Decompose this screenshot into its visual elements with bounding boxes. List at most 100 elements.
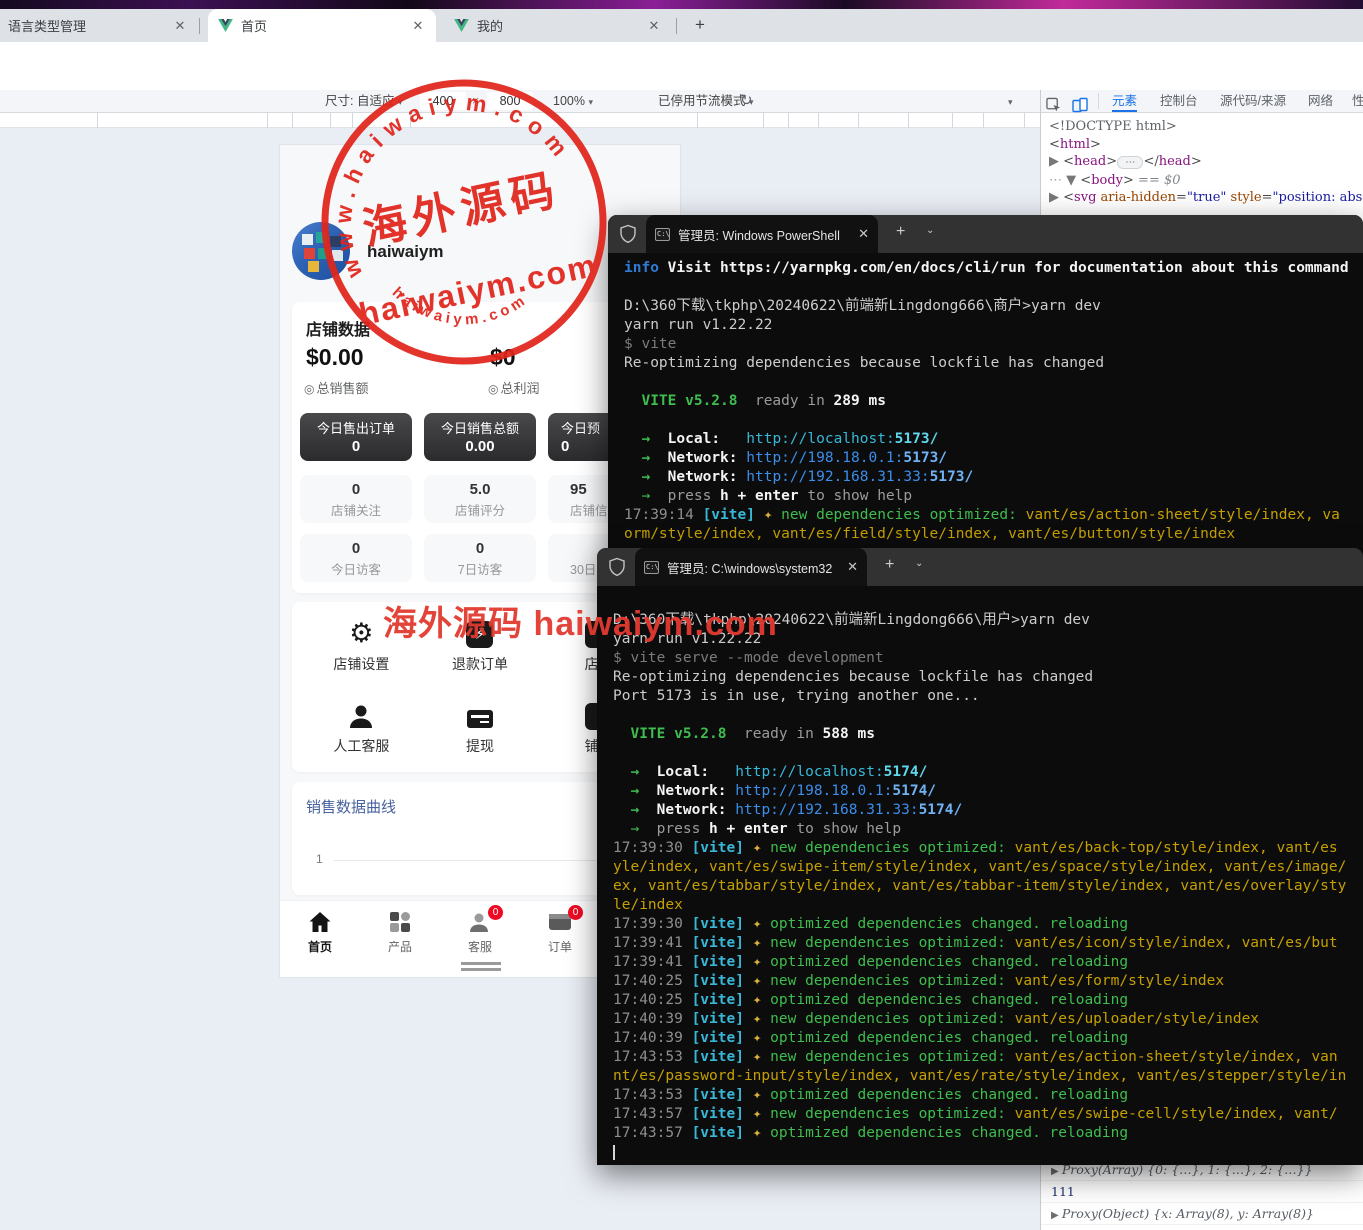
elements-tree-line[interactable]: ⋯ ▼ <body> == $0 (1049, 172, 1363, 190)
stat-value: 0 (300, 481, 412, 498)
tabbar-item-orders[interactable]: 0 订单 (520, 901, 600, 977)
shield-icon (608, 557, 626, 577)
stat-label: 今日售出订单 (300, 418, 412, 437)
grid-icon (389, 911, 411, 933)
desktop-wallpaper (0, 0, 1363, 9)
y-axis-tick: 1 (316, 852, 323, 866)
close-icon[interactable]: ✕ (172, 18, 188, 34)
ruler-tick (1024, 113, 1025, 128)
tabbar-item-label: 订单 (520, 938, 600, 955)
console-drawer[interactable]: ▶ Proxy(Array) {0: {…}, 1: {…}, 2: {…}}1… (1041, 1158, 1363, 1230)
terminal-line: Port 5173 is in use, trying another one.… (613, 687, 1363, 706)
tab-title: 语言类型管理 (8, 16, 166, 35)
chart-title: 销售数据曲线 (306, 796, 396, 817)
close-icon[interactable]: ✕ (847, 559, 858, 575)
terminal-line: 17:40:39 [vite] ✦ optimized dependencies… (613, 1029, 1363, 1048)
elements-tree[interactable]: <!DOCTYPE html><html>▶ <head> ⋯ </head>⋯… (1049, 118, 1363, 207)
ruler-tick (267, 113, 268, 128)
elements-tree-line[interactable]: ▶ <svg aria-hidden="true" style="positio… (1049, 189, 1363, 207)
stat-value: 0 (424, 540, 536, 557)
close-icon[interactable]: ✕ (858, 226, 869, 242)
cmd-icon: C:\ (644, 561, 659, 574)
home-icon (308, 911, 332, 933)
ruler-tick (858, 113, 859, 128)
terminal-line: VITE v5.2.8 ready in 289 ms (624, 392, 1363, 411)
devtools-tab-elements[interactable]: 元素 (1112, 90, 1137, 112)
terminal-line: 17:39:14 [vite] ✦ new dependencies optim… (624, 506, 1363, 525)
cmd-icon: C:\ (655, 228, 670, 241)
terminal-tab[interactable]: C:\ 管理员: C:\windows\system32 ✕ (635, 548, 867, 586)
elements-tree-line[interactable]: ▶ <head> ⋯ </head> (1049, 153, 1363, 172)
close-icon[interactable]: ✕ (646, 18, 662, 34)
device-toolbar-options-icon[interactable]: ▾ (1008, 90, 1013, 112)
person-icon (347, 702, 375, 730)
terminal-line: 17:39:30 [vite] ✦ new dependencies optim… (613, 839, 1363, 858)
terminal-dropdown-icon[interactable]: ⌄ (915, 558, 923, 569)
menu-item[interactable]: 提现 (421, 696, 540, 772)
new-terminal-tab-icon[interactable]: + (896, 223, 905, 241)
terminal-line: 17:43:57 [vite] ✦ optimized dependencies… (613, 1124, 1363, 1143)
menu-item-label: 提现 (421, 736, 540, 756)
watermark-cn-text: 海外源码 (358, 165, 564, 255)
tabbar-item-label: 产品 (360, 938, 440, 955)
terminal-line (624, 373, 1363, 392)
terminal-line: 17:40:39 [vite] ✦ new dependencies optim… (613, 1010, 1363, 1029)
devtools-tab-console[interactable]: 控制台 (1160, 90, 1198, 112)
browser-toolbar: ↻ i localhost:5173/home (0, 42, 1363, 90)
browser-tab-language-type[interactable]: 语言类型管理 ✕ (0, 9, 196, 42)
toolbar-divider (1098, 93, 1099, 109)
new-terminal-tab-icon[interactable]: + (885, 556, 894, 574)
browser-tab-mine[interactable]: 我的 ✕ (444, 9, 672, 42)
badge: 0 (488, 905, 503, 920)
badge: 0 (568, 905, 583, 920)
vue-favicon (218, 19, 233, 32)
coin-icon: ◎ (304, 382, 314, 396)
ruler-tick (983, 113, 984, 128)
terminal-line (624, 411, 1363, 430)
terminal-line: → Network: http://192.168.31.33:5174/ (613, 801, 1363, 820)
terminal-line (613, 1143, 1363, 1162)
terminal-line: 17:39:30 [vite] ✦ optimized dependencies… (613, 915, 1363, 934)
elements-tree-line[interactable]: <html> (1049, 136, 1363, 154)
close-icon[interactable]: ✕ (410, 18, 426, 34)
terminal-line: $ vite serve --mode development (613, 649, 1363, 668)
terminal-line: → press h + enter to show help (624, 487, 1363, 506)
menu-item[interactable]: 人工客服 (302, 696, 421, 772)
store-stat-cell: 0 今日访客 (300, 534, 412, 582)
tabbar-item-grid[interactable]: 产品 (360, 901, 440, 977)
terminal-line: VITE v5.2.8 ready in 588 ms (613, 725, 1363, 744)
menu-item-label: 店铺设置 (302, 654, 421, 674)
new-tab-button[interactable]: + (688, 14, 712, 38)
terminal-dropdown-icon[interactable]: ⌄ (926, 225, 934, 236)
stat-value: 0 (300, 540, 412, 557)
store-stat-cell: 5.0店铺评分 (424, 475, 536, 523)
terminal-tab[interactable]: C:\ 管理员: Windows PowerShell ✕ (646, 215, 878, 253)
devtools-tab-performance[interactable]: 性能 (1352, 90, 1363, 112)
terminal-window-merchant[interactable]: C:\ 管理员: Windows PowerShell ✕ + ⌄ info V… (608, 215, 1363, 560)
devtools-tab-sources[interactable]: 源代码/来源 (1220, 90, 1286, 112)
store-stat-cell: 0店铺关注 (300, 475, 412, 523)
devtools-tab-network[interactable]: 网络 (1308, 90, 1333, 112)
stat-label: 今日访客 (300, 559, 412, 578)
home-indicator[interactable] (461, 962, 501, 974)
terminal-line: 17:40:25 [vite] ✦ new dependencies optim… (613, 972, 1363, 991)
today-stat-chip: 今日售出订单0 (300, 413, 412, 461)
terminal-line: le/index (613, 896, 1363, 915)
browser-tab-home[interactable]: 首页 ✕ (208, 9, 436, 42)
stat-label: 今日销售总额 (424, 418, 536, 437)
tab-separator (676, 18, 677, 34)
terminal-titlebar[interactable]: C:\ 管理员: Windows PowerShell ✕ + ⌄ (608, 215, 1363, 253)
tabbar-item-label: 首页 (280, 938, 360, 955)
terminal-tab-title: 管理员: C:\windows\system32 (667, 558, 841, 577)
terminal-line (613, 744, 1363, 763)
terminal-titlebar[interactable]: C:\ 管理员: C:\windows\system32 ✕ + ⌄ (597, 548, 1363, 586)
stat-label: 店铺评分 (424, 500, 536, 519)
terminal-tab-title: 管理员: Windows PowerShell (678, 225, 852, 244)
ruler-tick (818, 113, 819, 128)
terminal-line: → Network: http://192.168.31.33:5173/ (624, 468, 1363, 487)
elements-tree-line[interactable]: <!DOCTYPE html> (1049, 118, 1363, 136)
rotate-device-icon[interactable]: ↻ (740, 90, 753, 112)
ruler-tick (763, 113, 764, 128)
tabbar-item-home[interactable]: 首页 (280, 901, 360, 977)
console-log-line: 111 (1041, 1181, 1363, 1203)
